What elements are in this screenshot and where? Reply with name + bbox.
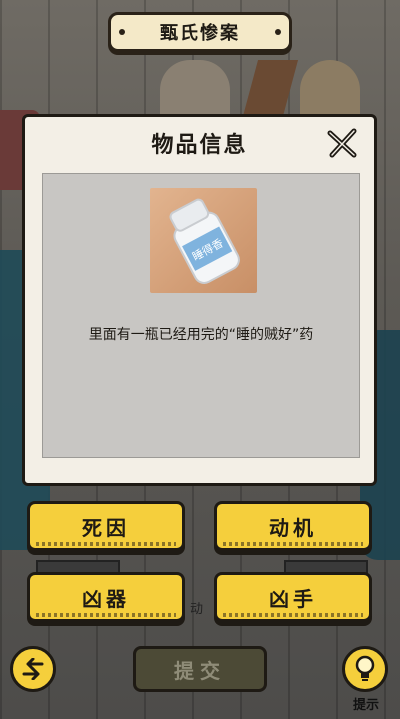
pill-bottle-icon: 睡得香 — [169, 198, 240, 284]
button-stripe-decoration — [223, 542, 363, 546]
option-murderer-button[interactable]: 凶手 — [214, 572, 372, 622]
submit-label: 提交 — [174, 658, 226, 683]
hint-button[interactable] — [342, 646, 388, 692]
option-label: 凶器 — [82, 586, 130, 611]
submit-button[interactable]: 提交 — [133, 646, 267, 692]
close-button[interactable] — [324, 125, 360, 161]
option-label: 动机 — [269, 515, 317, 540]
item-info-modal: 物品信息 睡得香 里面有一瓶已经用完的“睡的贼好”药 — [22, 114, 377, 486]
hint-label: 提示 — [352, 698, 379, 713]
modal-title: 物品信息 — [151, 133, 248, 158]
option-weapon-button[interactable]: 凶器 — [27, 572, 185, 622]
button-stripe-decoration — [36, 613, 176, 617]
back-arrow-icon — [22, 658, 44, 680]
case-title-banner: 甄氏惨案 — [108, 12, 292, 52]
scene-partial-text: 动 — [190, 602, 204, 617]
case-title: 甄氏惨案 — [160, 23, 240, 44]
button-stripe-decoration — [223, 613, 363, 617]
item-description: 里面有一瓶已经用完的“睡的贼好”药 — [88, 327, 314, 343]
option-motive-button[interactable]: 动机 — [214, 501, 372, 551]
back-button[interactable] — [10, 646, 56, 692]
option-label: 凶手 — [269, 586, 317, 611]
item-detail-panel: 睡得香 里面有一瓶已经用完的“睡的贼好”药 — [42, 173, 360, 458]
button-stripe-decoration — [36, 542, 176, 546]
lightbulb-icon — [355, 655, 375, 681]
option-label: 死因 — [82, 515, 130, 540]
close-icon — [327, 128, 357, 158]
pill-bottle-image: 睡得香 — [150, 188, 257, 293]
option-cause-of-death-button[interactable]: 死因 — [27, 501, 185, 551]
